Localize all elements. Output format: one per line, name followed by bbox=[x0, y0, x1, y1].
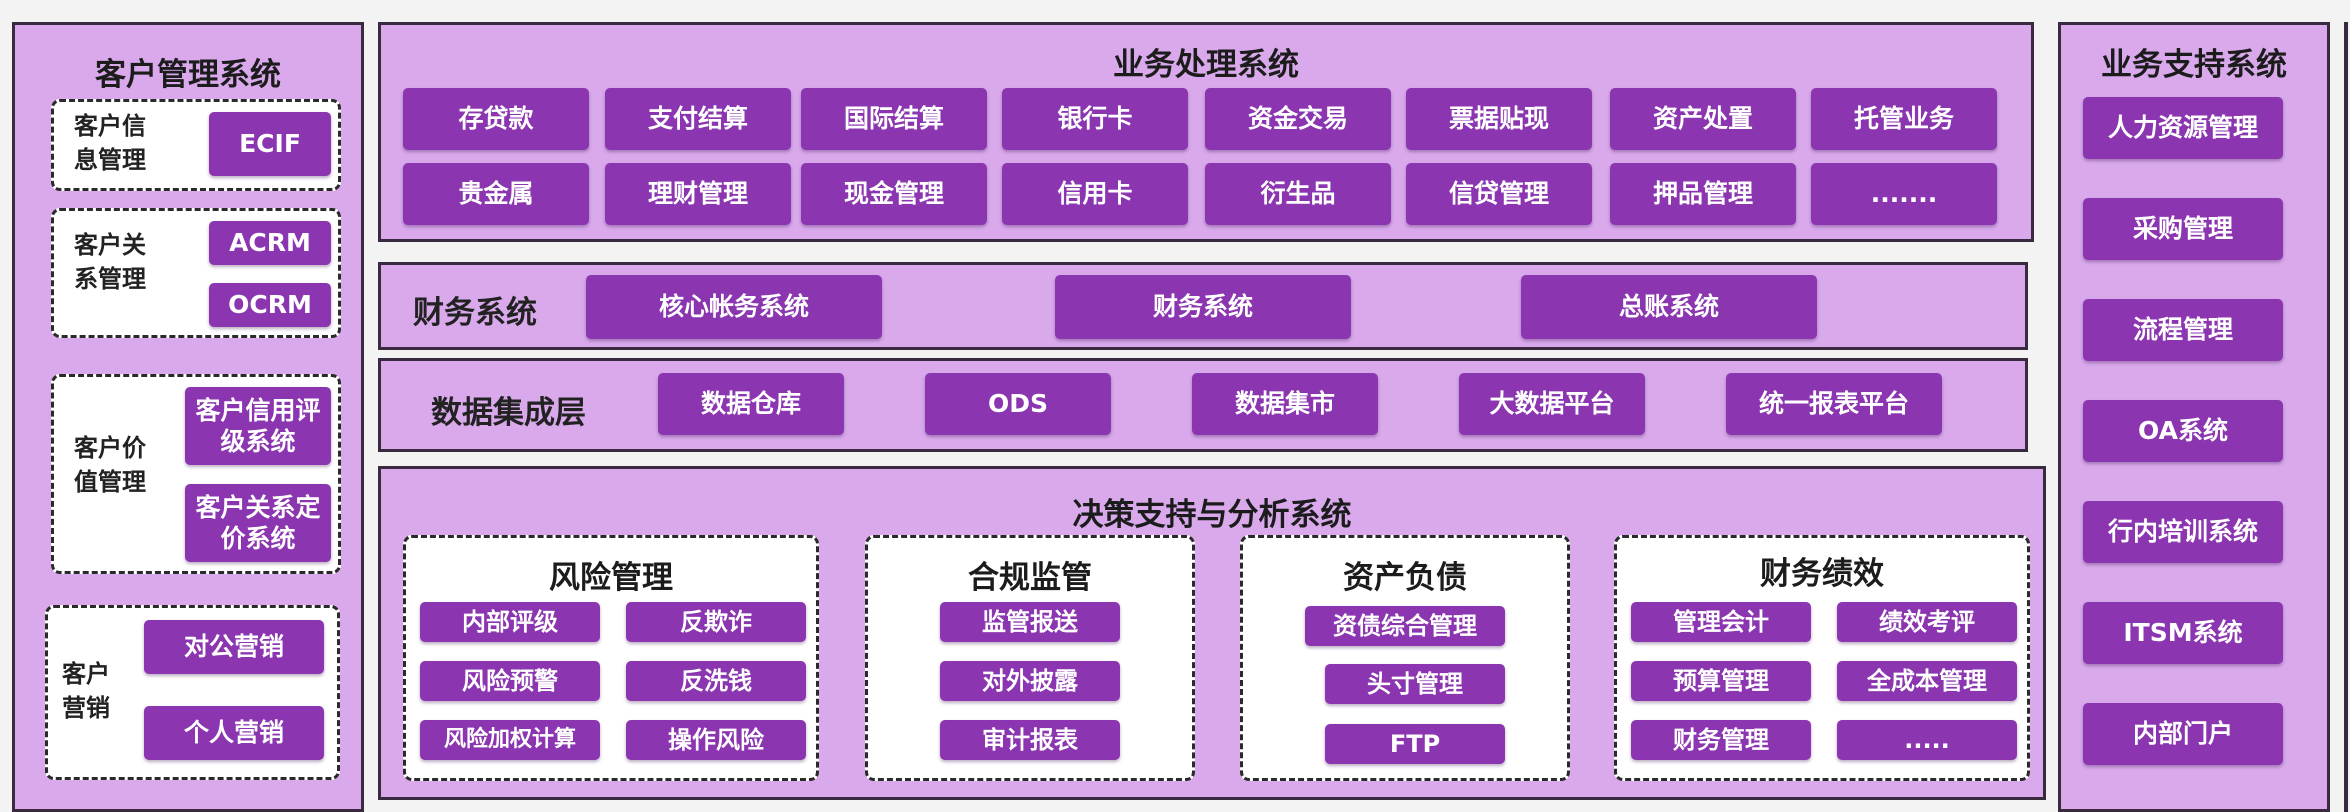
credit-management-button[interactable]: 信贷管理 bbox=[1406, 163, 1592, 225]
relation-pricing-button[interactable]: 客户关系定价系统 bbox=[185, 484, 331, 562]
finance-system-button[interactable]: 财务系统 bbox=[1055, 275, 1351, 339]
collateral-management-button[interactable]: 押品管理 bbox=[1610, 163, 1796, 225]
group-label: 客户关系管理 bbox=[74, 231, 146, 293]
asset-liability-group: 资产负债 资债综合管理 头寸管理 FTP bbox=[1240, 535, 1570, 781]
international-settlement-button[interactable]: 国际结算 bbox=[801, 88, 987, 150]
financial-management-button[interactable]: 财务管理 bbox=[1631, 720, 1811, 760]
group-label: 客户信息管理 bbox=[74, 112, 146, 174]
customer-marketing-group: 客户营销 对公营销 个人营销 bbox=[45, 605, 340, 780]
customer-value-group: 客户价值管理 客户信用评级系统 客户关系定价系统 bbox=[51, 374, 341, 574]
personal-marketing-button[interactable]: 个人营销 bbox=[144, 706, 324, 760]
business-support-panel: 业务支持系统 人力资源管理 采购管理流程管理 OA系统行内培训系统 ITSM系统 内部门… bbox=[2058, 22, 2330, 812]
anti-money-laundering-button[interactable]: 反洗钱 bbox=[626, 661, 806, 701]
right-edge-divider bbox=[2344, 22, 2348, 812]
anti-fraud-button[interactable]: 反欺诈 bbox=[626, 602, 806, 642]
panel-title: 业务处理系统 bbox=[1113, 47, 1299, 83]
derivatives-button[interactable]: 衍生品 bbox=[1205, 163, 1391, 225]
asset-disposal-button[interactable]: 资产处置 bbox=[1610, 88, 1796, 150]
panel-title: 客户管理系统 bbox=[95, 57, 281, 93]
custody-button[interactable]: 托管业务 bbox=[1811, 88, 1997, 150]
big-data-platform-button[interactable]: 大数据平台 bbox=[1459, 373, 1645, 435]
group-label: 客户营销 bbox=[62, 660, 110, 722]
customer-relation-group: 客户关系管理 ACRM OCRM bbox=[51, 208, 341, 338]
deposit-loan-button[interactable]: 存贷款 bbox=[403, 88, 589, 150]
data-warehouse-button[interactable]: 数据仓库 bbox=[658, 373, 844, 435]
cash-management-button[interactable]: 现金管理 bbox=[801, 163, 987, 225]
corporate-marketing-button[interactable]: 对公营销 bbox=[144, 620, 324, 674]
full-cost-management-button[interactable]: 全成本管理 bbox=[1837, 661, 2017, 701]
ecif-button[interactable]: ECIF bbox=[209, 112, 331, 176]
business-processing-panel: 业务处理系统 存贷款 支付结算 国际结算 银行卡 资金交易 票据贴现 资产处置 托管业务 贵金… bbox=[378, 22, 2034, 242]
customer-management-panel: 客户管理系统 客户信息管理 ECIF 客户关系管理 ACRM OCRM 客户价值… bbox=[12, 22, 364, 812]
finance-panel: 财务系统 核心帐务系统 财务系统 总账系统 bbox=[378, 262, 2028, 350]
payment-settlement-button[interactable]: 支付结算 bbox=[605, 88, 791, 150]
wealth-management-button[interactable]: 理财管理 bbox=[605, 163, 791, 225]
operational-risk-button[interactable]: 操作风险 bbox=[626, 720, 806, 760]
row-label: 财务系统 bbox=[413, 295, 537, 331]
group-title: 风险管理 bbox=[549, 560, 673, 596]
row-label: 数据集成层 bbox=[431, 395, 586, 431]
acrm-button[interactable]: ACRM bbox=[209, 221, 331, 265]
external-disclosure-button[interactable]: 对外披露 bbox=[940, 661, 1120, 701]
decision-support-panel: 决策支持与分析系统 风险管理 内部评级 反欺诈 风险预警 反洗钱 风险加权计算 … bbox=[378, 466, 2046, 800]
ods-button[interactable]: ODS bbox=[925, 373, 1111, 435]
customer-info-group: 客户信息管理 ECIF bbox=[51, 99, 341, 191]
fund-trading-button[interactable]: 资金交易 bbox=[1205, 88, 1391, 150]
itsm-system-button[interactable]: ITSM系统 bbox=[2083, 602, 2283, 664]
panel-title: 决策支持与分析系统 bbox=[1072, 497, 1352, 533]
group-title: 合规监管 bbox=[968, 560, 1092, 596]
internal-training-button[interactable]: 行内培训系统 bbox=[2083, 501, 2283, 563]
ocrm-button[interactable]: OCRM bbox=[209, 283, 331, 327]
unified-report-button[interactable]: 统一报表平台 bbox=[1726, 373, 1942, 435]
credit-card-button[interactable]: 信用卡 bbox=[1002, 163, 1188, 225]
management-accounting-button[interactable]: 管理会计 bbox=[1631, 602, 1811, 642]
internal-rating-button[interactable]: 内部评级 bbox=[420, 602, 600, 642]
hr-management-button[interactable]: 人力资源管理 bbox=[2083, 97, 2283, 159]
group-label: 客户价值管理 bbox=[74, 434, 146, 496]
ftp-button[interactable]: FTP bbox=[1325, 724, 1505, 764]
risk-management-group: 风险管理 内部评级 反欺诈 风险预警 反洗钱 风险加权计算 操作风险 bbox=[403, 535, 819, 781]
bill-discount-button[interactable]: 票据贴现 bbox=[1406, 88, 1592, 150]
panel-title: 业务支持系统 bbox=[2101, 47, 2287, 83]
alm-button[interactable]: 资债综合管理 bbox=[1305, 606, 1505, 646]
bank-card-button[interactable]: 银行卡 bbox=[1002, 88, 1188, 150]
credit-rating-button[interactable]: 客户信用评级系统 bbox=[185, 387, 331, 465]
regulatory-reporting-button[interactable]: 监管报送 bbox=[940, 602, 1120, 642]
risk-weighted-calc-button[interactable]: 风险加权计算 bbox=[420, 720, 600, 760]
precious-metals-button[interactable]: 贵金属 bbox=[403, 163, 589, 225]
general-ledger-button[interactable]: 总账系统 bbox=[1521, 275, 1817, 339]
procurement-button[interactable]: 采购管理 bbox=[2083, 198, 2283, 260]
more-button[interactable]: ..... bbox=[1837, 720, 2017, 760]
data-integration-panel: 数据集成层 数据仓库 ODS 数据集市 大数据平台 统一报表平台 bbox=[378, 358, 2028, 452]
group-title: 资产负债 bbox=[1343, 560, 1467, 596]
position-management-button[interactable]: 头寸管理 bbox=[1325, 664, 1505, 704]
core-accounting-button[interactable]: 核心帐务系统 bbox=[586, 275, 882, 339]
data-mart-button[interactable]: 数据集市 bbox=[1192, 373, 1378, 435]
performance-evaluation-button[interactable]: 绩效考评 bbox=[1837, 602, 2017, 642]
risk-warning-button[interactable]: 风险预警 bbox=[420, 661, 600, 701]
more-button[interactable]: ....... bbox=[1811, 163, 1997, 225]
process-management-button[interactable]: 流程管理 bbox=[2083, 299, 2283, 361]
internal-portal-button[interactable]: 内部门户 bbox=[2083, 703, 2283, 765]
group-title: 财务绩效 bbox=[1760, 556, 1884, 592]
audit-report-button[interactable]: 审计报表 bbox=[940, 720, 1120, 760]
budget-management-button[interactable]: 预算管理 bbox=[1631, 661, 1811, 701]
oa-system-button[interactable]: OA系统 bbox=[2083, 400, 2283, 462]
compliance-group: 合规监管 监管报送 对外披露 审计报表 bbox=[865, 535, 1195, 781]
financial-performance-group: 财务绩效 管理会计 绩效考评 预算管理 全成本管理 财务管理 ..... bbox=[1614, 535, 2030, 781]
